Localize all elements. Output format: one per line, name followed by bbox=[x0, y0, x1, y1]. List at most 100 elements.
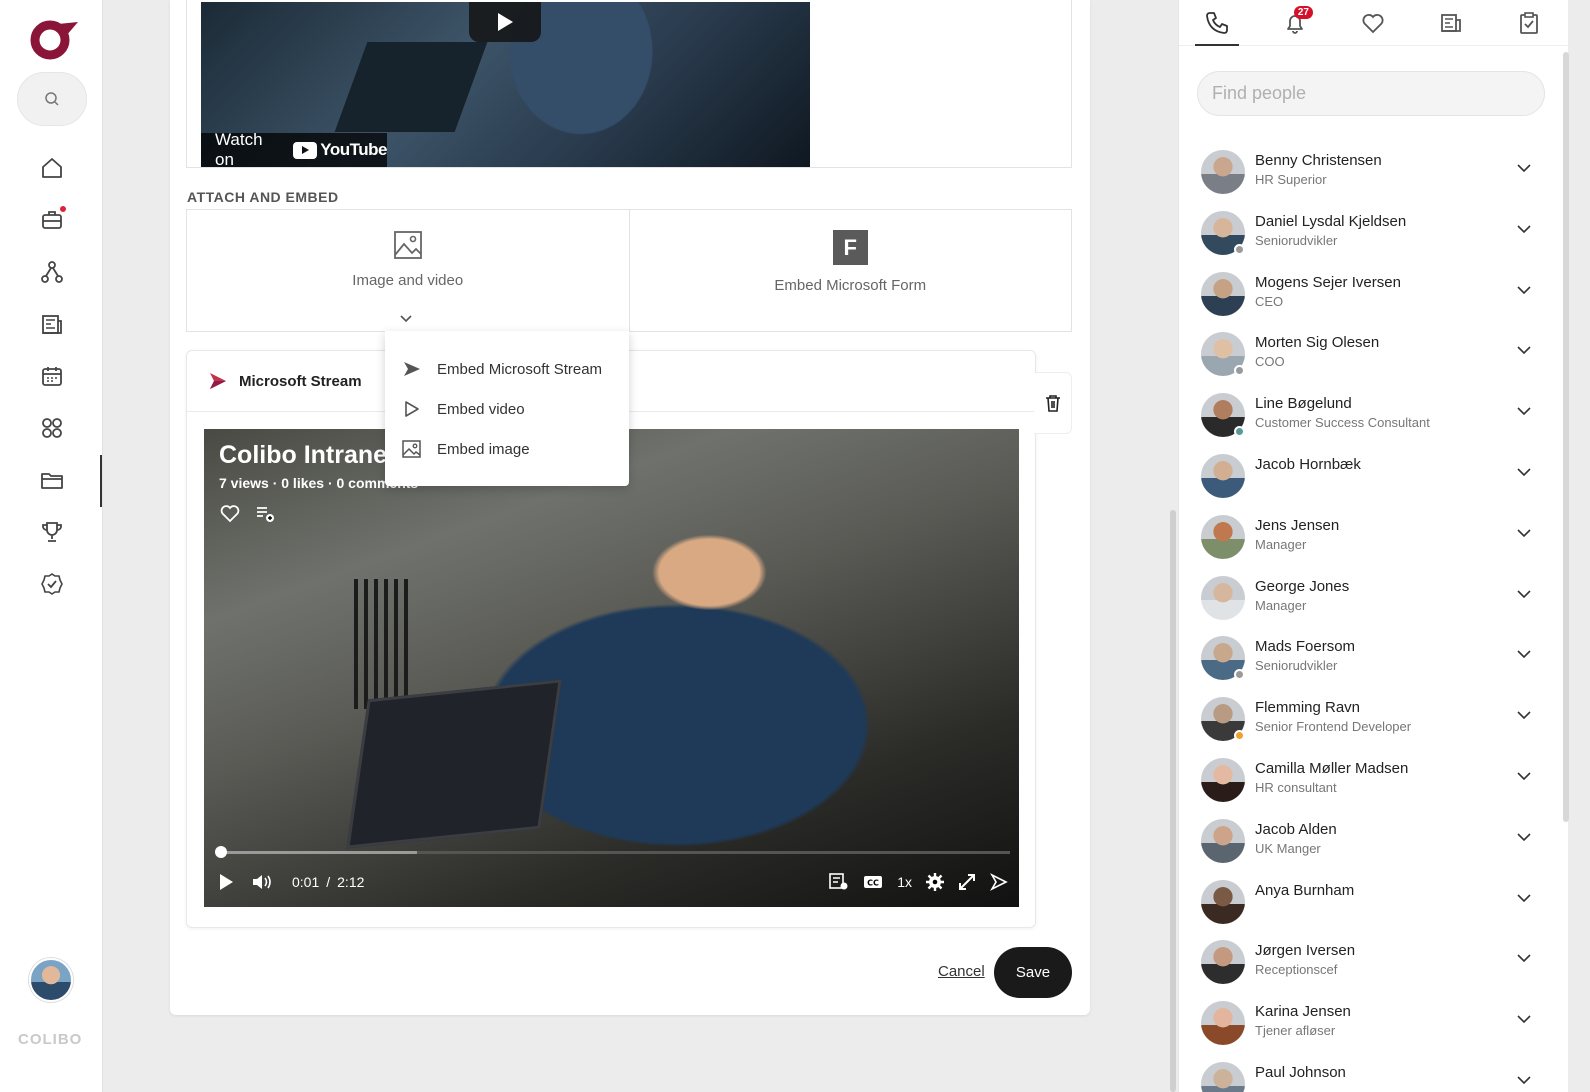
add-to-playlist-icon[interactable] bbox=[256, 505, 276, 523]
nav-apps[interactable] bbox=[32, 408, 72, 448]
person-name: Jacob Hornbæk bbox=[1255, 455, 1361, 473]
person-row[interactable]: Mads Foersom Seniorudvikler bbox=[1179, 628, 1549, 689]
person-row[interactable]: Jørgen Iversen Receptionscef bbox=[1179, 932, 1549, 993]
people-scrollbar[interactable] bbox=[1563, 52, 1569, 822]
person-title: Seniorudvikler bbox=[1255, 658, 1338, 674]
tab-notifications[interactable]: 27 bbox=[1275, 0, 1315, 46]
main-scrollbar[interactable] bbox=[1170, 510, 1176, 1092]
person-row[interactable]: Jens Jensen Manager bbox=[1179, 507, 1549, 568]
folder-icon bbox=[41, 473, 63, 489]
nav-news[interactable] bbox=[32, 304, 72, 344]
stream-logo-icon[interactable] bbox=[990, 873, 1008, 891]
person-title: Senior Frontend Developer bbox=[1255, 719, 1412, 735]
person-row[interactable]: George Jones Manager bbox=[1179, 568, 1549, 629]
chevron-down-icon[interactable] bbox=[1516, 466, 1532, 478]
chevron-down-icon[interactable] bbox=[399, 314, 413, 324]
chevron-down-icon[interactable] bbox=[1516, 1013, 1532, 1025]
chevron-down-icon[interactable] bbox=[1516, 588, 1532, 600]
person-title: Customer Success Consultant bbox=[1255, 415, 1430, 431]
chevron-down-icon[interactable] bbox=[1516, 284, 1532, 296]
tab-favorites[interactable] bbox=[1353, 0, 1393, 46]
avatar bbox=[1201, 879, 1245, 924]
video-scene-laptop bbox=[346, 679, 562, 849]
heart-icon[interactable] bbox=[220, 505, 240, 523]
nav-home[interactable] bbox=[32, 148, 72, 188]
delete-embed-button[interactable] bbox=[1034, 372, 1072, 434]
stream-video-player[interactable]: Colibo Intrane 7 views · 0 likes · 0 com… bbox=[204, 429, 1019, 907]
watch-on-youtube-link[interactable]: Watch on YouTube bbox=[201, 130, 387, 167]
person-row[interactable]: Jacob Alden UK Manger bbox=[1179, 811, 1549, 872]
volume-icon[interactable] bbox=[252, 873, 274, 891]
video-progress-bar[interactable] bbox=[215, 846, 1010, 858]
network-icon bbox=[41, 261, 63, 283]
chevron-down-icon[interactable] bbox=[1516, 223, 1532, 235]
nav-tasks[interactable] bbox=[32, 564, 72, 604]
colibo-logo-icon[interactable] bbox=[28, 16, 80, 60]
stream-title: Microsoft Stream bbox=[239, 372, 362, 390]
youtube-play-button[interactable] bbox=[469, 2, 541, 42]
chevron-down-icon[interactable] bbox=[1516, 1074, 1532, 1086]
tab-phone[interactable] bbox=[1195, 0, 1239, 46]
play-icon[interactable] bbox=[218, 873, 234, 891]
fullscreen-icon[interactable] bbox=[958, 873, 976, 891]
playback-speed[interactable]: 1x bbox=[897, 874, 912, 890]
total-time: 2:12 bbox=[337, 874, 365, 890]
ms-form-option[interactable]: F Embed Microsoft Form bbox=[628, 210, 1072, 331]
person-row[interactable]: Anya Burnham bbox=[1179, 872, 1549, 933]
person-name: Morten Sig Olesen bbox=[1255, 334, 1380, 352]
person-row[interactable]: Flemming Ravn Senior Frontend Developer bbox=[1179, 689, 1549, 750]
chevron-down-icon[interactable] bbox=[1516, 405, 1532, 417]
play-icon bbox=[498, 13, 513, 31]
avatar bbox=[1201, 940, 1245, 985]
person-row[interactable]: Karina Jensen Tjener afløser bbox=[1179, 993, 1549, 1054]
heart-icon bbox=[1362, 13, 1384, 33]
person-row[interactable]: Jacob Hornbæk bbox=[1179, 446, 1549, 507]
menu-item-embed-stream[interactable]: Embed Microsoft Stream bbox=[385, 349, 629, 389]
user-avatar[interactable] bbox=[29, 958, 73, 1002]
person-row[interactable]: Line Bøgelund Customer Success Consultant bbox=[1179, 385, 1549, 446]
chevron-down-icon[interactable] bbox=[1516, 709, 1532, 721]
chevron-down-icon[interactable] bbox=[1516, 952, 1532, 964]
image-icon bbox=[393, 231, 422, 259]
settings-gear-icon[interactable] bbox=[926, 873, 944, 891]
youtube-play-logo-icon bbox=[293, 141, 318, 159]
avatar bbox=[1201, 1061, 1245, 1092]
cancel-button[interactable]: Cancel bbox=[938, 963, 985, 980]
chevron-down-icon[interactable] bbox=[1516, 527, 1532, 539]
progress-knob[interactable] bbox=[215, 846, 227, 858]
chevron-down-icon[interactable] bbox=[1516, 162, 1532, 174]
presence-status-dot bbox=[1234, 669, 1245, 681]
ms-form-label: Embed Microsoft Form bbox=[774, 277, 927, 294]
image-video-option[interactable]: Image and video bbox=[187, 210, 629, 331]
person-row[interactable]: Camilla Møller Madsen HR consultant bbox=[1179, 750, 1549, 811]
chevron-down-icon[interactable] bbox=[1516, 892, 1532, 904]
person-row[interactable]: Paul Johnson bbox=[1179, 1054, 1549, 1092]
chevron-down-icon[interactable] bbox=[1516, 770, 1532, 782]
nav-network[interactable] bbox=[32, 252, 72, 292]
menu-item-embed-video[interactable]: Embed video bbox=[385, 389, 629, 429]
chevron-down-icon[interactable] bbox=[1516, 648, 1532, 660]
person-row[interactable]: Daniel Lysdal Kjeldsen Seniorudvikler bbox=[1179, 203, 1549, 264]
tab-news[interactable] bbox=[1431, 0, 1471, 46]
clipboard-check-icon bbox=[1520, 11, 1538, 34]
find-people-input[interactable] bbox=[1197, 71, 1545, 116]
person-title: Seniorudvikler bbox=[1255, 232, 1338, 248]
transcript-icon[interactable] bbox=[829, 873, 849, 891]
search-button[interactable] bbox=[17, 72, 87, 126]
person-row[interactable]: Mogens Sejer Iversen CEO bbox=[1179, 264, 1549, 325]
nav-jobs[interactable] bbox=[32, 200, 72, 240]
person-row[interactable]: Morten Sig Olesen COO bbox=[1179, 324, 1549, 385]
nav-calendar[interactable] bbox=[32, 356, 72, 396]
nav-files[interactable] bbox=[32, 460, 72, 500]
captions-icon[interactable]: CC bbox=[863, 874, 883, 890]
attach-section-title: ATTACH AND EMBED bbox=[187, 189, 339, 205]
chevron-down-icon[interactable] bbox=[1516, 831, 1532, 843]
person-name: Camilla Møller Madsen bbox=[1255, 759, 1409, 777]
youtube-video[interactable]: Watch on YouTube bbox=[201, 2, 810, 167]
menu-item-embed-image[interactable]: Embed image bbox=[385, 429, 629, 469]
person-row[interactable]: Benny Christensen HR Superior bbox=[1179, 142, 1549, 203]
nav-awards[interactable] bbox=[32, 512, 72, 552]
tab-tasks[interactable] bbox=[1509, 0, 1549, 46]
save-button[interactable]: Save bbox=[994, 947, 1072, 998]
chevron-down-icon[interactable] bbox=[1516, 344, 1532, 356]
